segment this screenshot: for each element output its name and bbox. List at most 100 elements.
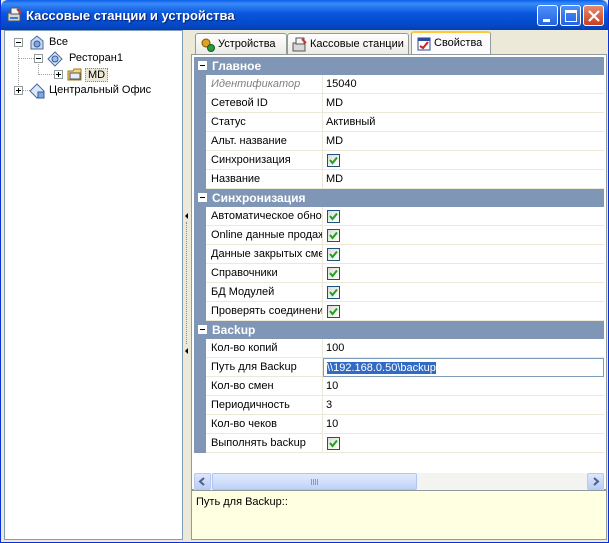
property-row[interactable]: Название MD — [194, 170, 604, 189]
collapse-toggle[interactable] — [198, 61, 207, 70]
category-label: Синхронизация — [212, 191, 306, 205]
property-value[interactable]: 3 — [323, 396, 604, 415]
details-pane: Устройства Кассовые станции Свойства Гла… — [191, 30, 607, 540]
property-grid[interactable]: Главное Идентификатор 15040 Сетевой ID M… — [194, 57, 604, 472]
pos-station-icon — [292, 37, 307, 52]
minimize-button[interactable] — [537, 5, 558, 26]
property-row[interactable]: Кол-во чеков 10 — [194, 415, 604, 434]
property-name: Идентификатор — [206, 75, 323, 94]
title-bar[interactable]: Кассовые станции и устройства — [1, 0, 608, 30]
property-value[interactable]: 10 — [323, 415, 604, 434]
tab-label: Устройства — [218, 38, 276, 50]
folder-icon — [67, 68, 82, 81]
property-row[interactable]: Синхронизация — [194, 151, 604, 170]
online-sales-checkbox[interactable] — [327, 229, 340, 242]
tree-node-central-office[interactable]: Центральный Офис — [9, 83, 179, 99]
closed-shifts-checkbox[interactable] — [327, 248, 340, 261]
minimize-icon — [543, 19, 550, 22]
run-backup-checkbox[interactable] — [327, 437, 340, 450]
location-tree[interactable]: Все Ресторан1 MD Центральный Офис — [4, 30, 183, 540]
collapse-left-icon — [185, 348, 188, 354]
tree-node-all[interactable]: Все — [9, 35, 129, 51]
property-row[interactable]: Кол-во копий 100 — [194, 339, 604, 358]
tree-node-restaurant1[interactable]: Ресторан1 — [29, 51, 169, 67]
properties-icon — [417, 37, 431, 51]
property-name: Кол-во чеков — [206, 415, 323, 434]
chevron-left-icon — [198, 477, 205, 486]
property-name: Автоматическое обновление — [206, 207, 323, 226]
category-main[interactable]: Главное — [194, 57, 604, 75]
backup-path-input[interactable]: \\192.168.0.50\backup — [323, 358, 604, 377]
scroll-right-button[interactable] — [587, 473, 604, 490]
collapse-toggle[interactable] — [34, 54, 43, 63]
checkmark-icon — [329, 250, 338, 259]
close-icon — [588, 10, 600, 22]
property-value[interactable]: MD — [323, 132, 604, 151]
category-backup[interactable]: Backup — [194, 321, 604, 339]
collapse-toggle[interactable] — [198, 325, 207, 334]
property-row[interactable]: БД Модулей — [194, 283, 604, 302]
tree-node-label: Центральный Офис — [49, 84, 152, 96]
tree-node-md[interactable]: MD — [49, 67, 129, 83]
expand-toggle[interactable] — [54, 70, 63, 79]
property-row[interactable]: Статус Активный — [194, 113, 604, 132]
references-checkbox[interactable] — [327, 267, 340, 280]
sync-checkbox[interactable] — [327, 154, 340, 167]
collapse-toggle[interactable] — [14, 38, 23, 47]
property-value[interactable]: 10 — [323, 377, 604, 396]
collapse-left-icon — [185, 213, 188, 219]
maximize-button[interactable] — [560, 5, 581, 26]
property-name: БД Модулей — [206, 283, 323, 302]
property-name: Путь для Backup — [206, 358, 323, 377]
close-button[interactable] — [583, 5, 604, 26]
office-icon — [29, 83, 45, 99]
modules-db-checkbox[interactable] — [327, 286, 340, 299]
splitter-grip — [186, 222, 187, 344]
property-row[interactable]: Путь для Backup \\192.168.0.50\backup — [194, 358, 604, 377]
property-row[interactable]: Выполнять backup — [194, 434, 604, 453]
tab-pos-stations[interactable]: Кассовые станции — [287, 33, 409, 54]
restaurant-icon — [47, 51, 63, 67]
property-name: Кол-во смен — [206, 377, 323, 396]
checkmark-icon — [329, 212, 338, 221]
checkmark-icon — [329, 307, 338, 316]
tab-properties[interactable]: Свойства — [411, 31, 491, 54]
property-row[interactable]: Альт. название MD — [194, 132, 604, 151]
property-value[interactable]: 15040 — [323, 75, 604, 94]
property-row[interactable]: Сетевой ID MD — [194, 94, 604, 113]
scroll-left-button[interactable] — [194, 473, 211, 490]
property-row[interactable]: Справочники — [194, 264, 604, 283]
collapse-toggle[interactable] — [198, 193, 207, 202]
property-row[interactable]: Автоматическое обновление — [194, 207, 604, 226]
property-name: Альт. название — [206, 132, 323, 151]
horizontal-scrollbar[interactable] — [194, 473, 604, 490]
expand-toggle[interactable] — [14, 86, 23, 95]
pos-station-icon — [7, 7, 22, 22]
property-name: Кол-во копий — [206, 339, 323, 358]
property-value[interactable]: 100 — [323, 339, 604, 358]
property-row[interactable]: Online данные продаж — [194, 226, 604, 245]
tab-devices[interactable]: Устройства — [195, 33, 287, 54]
property-value[interactable]: Активный — [323, 113, 604, 132]
property-row[interactable]: Периодичность 3 — [194, 396, 604, 415]
property-description: Путь для Backup:: — [196, 496, 288, 508]
property-value — [323, 302, 604, 321]
property-name: Проверять соединение — [206, 302, 323, 321]
chevron-right-icon — [593, 477, 600, 486]
scrollbar-thumb[interactable] — [212, 473, 417, 490]
property-value[interactable]: MD — [323, 170, 604, 189]
check-connection-checkbox[interactable] — [327, 305, 340, 318]
property-name: Данные закрытых смен — [206, 245, 323, 264]
property-row[interactable]: Кол-во смен 10 — [194, 377, 604, 396]
category-sync[interactable]: Синхронизация — [194, 189, 604, 207]
checkmark-icon — [329, 439, 338, 448]
checkmark-icon — [329, 231, 338, 240]
property-row[interactable]: Данные закрытых смен — [194, 245, 604, 264]
property-value[interactable]: MD — [323, 94, 604, 113]
pane-splitter[interactable] — [183, 30, 191, 540]
auto-update-checkbox[interactable] — [327, 210, 340, 223]
property-name: Online данные продаж — [206, 226, 323, 245]
property-row[interactable]: Идентификатор 15040 — [194, 75, 604, 94]
devices-icon — [201, 38, 215, 52]
property-row[interactable]: Проверять соединение — [194, 302, 604, 321]
